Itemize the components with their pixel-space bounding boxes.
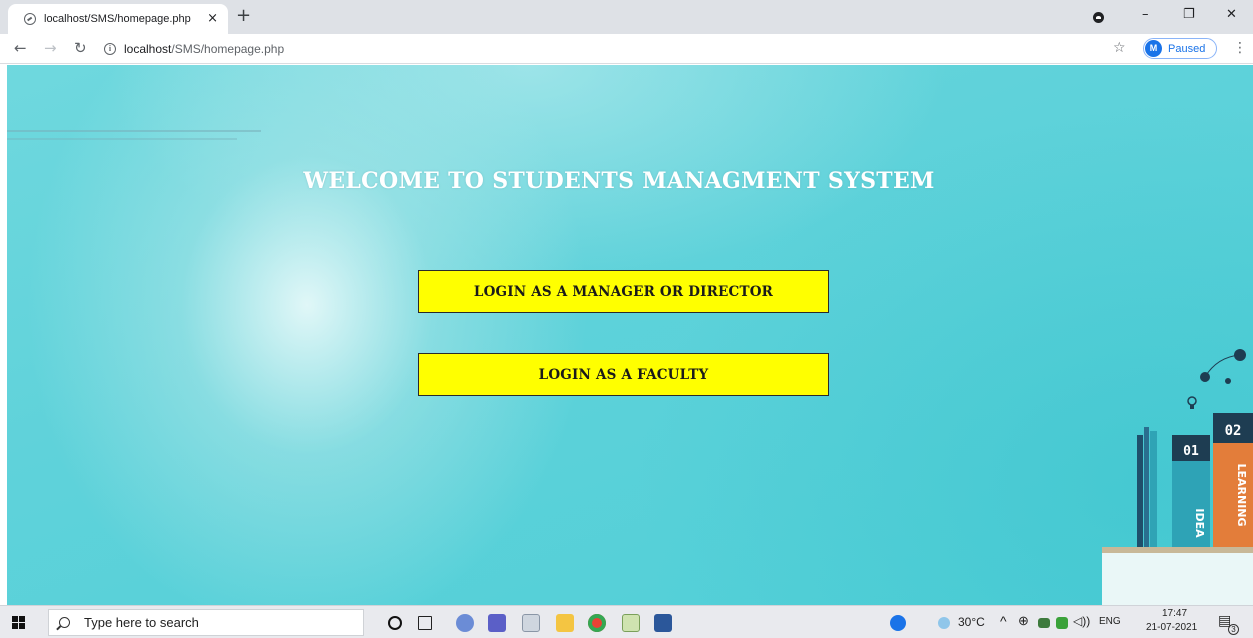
- taskbar-search-input[interactable]: Type here to search: [48, 609, 364, 636]
- app-r-icon[interactable]: [456, 614, 474, 632]
- restore-button[interactable]: ❐: [1183, 6, 1195, 24]
- browser-toolbar: ← → ↻ i localhost/SMS/homepage.php ☆ M P…: [0, 34, 1253, 64]
- tray-green-icon[interactable]: [1056, 617, 1068, 629]
- decorative-line: [7, 138, 237, 140]
- teams-icon[interactable]: [488, 614, 506, 632]
- network-globe-icon[interactable]: ⊕: [1018, 613, 1029, 629]
- language-indicator[interactable]: ENG: [1099, 616, 1121, 627]
- close-window-button[interactable]: ✕: [1226, 6, 1237, 24]
- tray-app-icon[interactable]: [1038, 618, 1050, 628]
- book-number-02: 02: [1225, 423, 1242, 439]
- profile-paused-chip[interactable]: M Paused: [1143, 38, 1217, 59]
- url-host: localhost: [124, 42, 172, 56]
- profile-status: Paused: [1168, 42, 1206, 55]
- book-label-idea: IDEA: [1193, 508, 1206, 538]
- info-icon[interactable]: i: [104, 43, 116, 55]
- login-faculty-button[interactable]: Login as a Faculty: [418, 353, 829, 396]
- book-label-learning: LEARNING: [1235, 463, 1248, 526]
- login-manager-director-button[interactable]: Login as a Manager or Director: [418, 270, 829, 313]
- browser-tab[interactable]: localhost/SMS/homepage.php ×: [8, 4, 228, 34]
- window-app-icon[interactable]: [522, 614, 540, 632]
- word-icon[interactable]: [654, 614, 672, 632]
- bookmark-star-icon[interactable]: ☆: [1113, 39, 1126, 57]
- page-title: Welcome to Students Managment System: [303, 168, 935, 194]
- tab-close-icon[interactable]: ×: [207, 11, 218, 27]
- tab-title: localhost/SMS/homepage.php: [44, 13, 191, 25]
- clock-date[interactable]: 21-07-2021: [1146, 622, 1197, 633]
- profile-menu-icon[interactable]: [1093, 12, 1104, 23]
- search-icon: [59, 617, 70, 628]
- reload-icon[interactable]: ↻: [74, 38, 87, 58]
- file-explorer-icon[interactable]: [556, 614, 574, 632]
- volume-icon[interactable]: ◁)): [1073, 614, 1090, 628]
- page-background: Welcome to Students Managment System Log…: [7, 65, 1253, 605]
- windows-taskbar: Type here to search 30°C ^ ⊕ ◁)) ENG 17:…: [0, 605, 1253, 638]
- address-bar[interactable]: i localhost/SMS/homepage.php: [104, 38, 1104, 60]
- decorative-line: [7, 130, 261, 132]
- browser-tab-strip: localhost/SMS/homepage.php × + – ❐ ✕: [0, 0, 1253, 34]
- notification-count-badge: 3: [1228, 624, 1239, 635]
- search-placeholder: Type here to search: [84, 615, 199, 630]
- windows-start-icon[interactable]: [12, 616, 26, 630]
- forward-arrow-icon[interactable]: →: [44, 38, 57, 58]
- books-illustration-icon: 01 IDEA 02 LEARNING: [1102, 349, 1253, 605]
- notepad-app-icon[interactable]: [622, 614, 640, 632]
- url-path: /SMS/homepage.php: [171, 42, 285, 56]
- chevron-up-icon[interactable]: ^: [1000, 613, 1007, 629]
- weather-icon[interactable]: [938, 617, 950, 629]
- task-view-icon[interactable]: [418, 616, 432, 630]
- minimize-button[interactable]: –: [1142, 6, 1149, 24]
- avatar: M: [1145, 40, 1162, 57]
- more-menu-icon[interactable]: ⋮: [1233, 39, 1247, 57]
- book-number-01: 01: [1183, 444, 1199, 459]
- clock-time[interactable]: 17:47: [1162, 608, 1187, 619]
- cortana-icon[interactable]: [388, 616, 402, 630]
- url-text: localhost/SMS/homepage.php: [124, 42, 284, 56]
- back-arrow-icon[interactable]: ←: [14, 38, 27, 58]
- new-tab-button[interactable]: +: [236, 6, 251, 26]
- chrome-icon[interactable]: [588, 614, 606, 632]
- help-icon[interactable]: [890, 615, 906, 631]
- weather-temp[interactable]: 30°C: [958, 615, 985, 629]
- globe-icon: [24, 13, 36, 25]
